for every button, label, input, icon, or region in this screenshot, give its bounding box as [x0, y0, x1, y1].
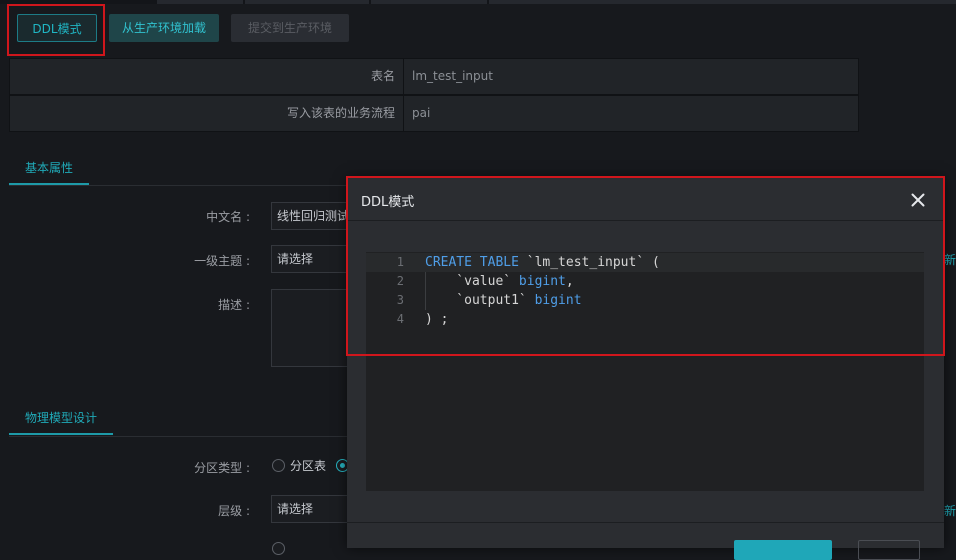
table-name-label: 表名: [10, 59, 404, 94]
line-number: 1: [396, 255, 404, 269]
line-number: 4: [396, 312, 404, 326]
new-topic-link-partial[interactable]: 新建: [944, 251, 956, 268]
level-select[interactable]: 请选择: [271, 495, 351, 523]
submit-to-prod-button[interactable]: 提交到生产环境: [231, 14, 349, 42]
description-textarea[interactable]: [271, 289, 351, 367]
close-icon[interactable]: [906, 188, 930, 212]
ddl-code-editor[interactable]: 1 CREATE TABLE `lm_test_input` ( 2 `valu…: [366, 252, 924, 491]
radio-option[interactable]: [272, 542, 285, 555]
business-flow-row: 写入该表的业务流程 pai: [9, 95, 859, 132]
code-line: 4 ) ;: [366, 310, 924, 329]
code-line: 3 `output1` bigint: [366, 291, 924, 310]
top-tabs-strip: [0, 0, 956, 4]
code-text: `value` bigint,: [425, 274, 574, 289]
line-number: 2: [396, 274, 404, 288]
cancel-button[interactable]: [858, 540, 920, 560]
table-name-row: 表名 lm_test_input: [9, 58, 859, 95]
business-flow-label: 写入该表的业务流程: [10, 96, 404, 131]
partition-type-label: 分区类型 :: [194, 461, 250, 475]
confirm-button[interactable]: [734, 540, 832, 560]
ddl-mode-dialog: DDL模式 1 CREATE TABLE `lm_test_input` ( 2…: [347, 178, 944, 560]
table-name-value: lm_test_input: [412, 69, 493, 83]
business-flow-value: pai: [412, 106, 431, 120]
ddl-mode-button[interactable]: DDL模式: [17, 14, 97, 42]
partition-table-option-label: 分区表: [290, 459, 327, 473]
new-level-link-partial[interactable]: 新建: [944, 502, 956, 519]
level-label: 层级 :: [218, 504, 250, 518]
code-line: 1 CREATE TABLE `lm_test_input` (: [366, 253, 924, 272]
level1-topic-label: 一级主题 :: [194, 254, 250, 268]
dialog-title: DDL模式: [361, 195, 415, 210]
dialog-header: DDL模式: [347, 178, 944, 221]
code-line: 2 `value` bigint,: [366, 272, 924, 291]
description-label: 描述 :: [218, 298, 250, 312]
chinese-name-label: 中文名 :: [206, 210, 250, 224]
code-text: CREATE TABLE `lm_test_input` (: [425, 255, 660, 270]
code-text: `output1` bigint: [425, 293, 582, 308]
chinese-name-input[interactable]: 线性回归测试: [271, 202, 351, 230]
load-from-prod-button[interactable]: 从生产环境加载: [109, 14, 219, 42]
tab-physical-model[interactable]: 物理模型设计: [9, 405, 113, 435]
code-text: ) ;: [425, 312, 449, 327]
indent-guide: [425, 272, 426, 310]
section-divider: [9, 185, 349, 186]
level1-topic-select[interactable]: 请选择: [271, 245, 351, 273]
section-divider: [9, 436, 349, 437]
tab-basic-properties[interactable]: 基本属性: [9, 155, 89, 185]
dialog-footer-divider: [347, 522, 944, 523]
partition-table-radio[interactable]: [272, 459, 285, 472]
line-number: 3: [396, 293, 404, 307]
